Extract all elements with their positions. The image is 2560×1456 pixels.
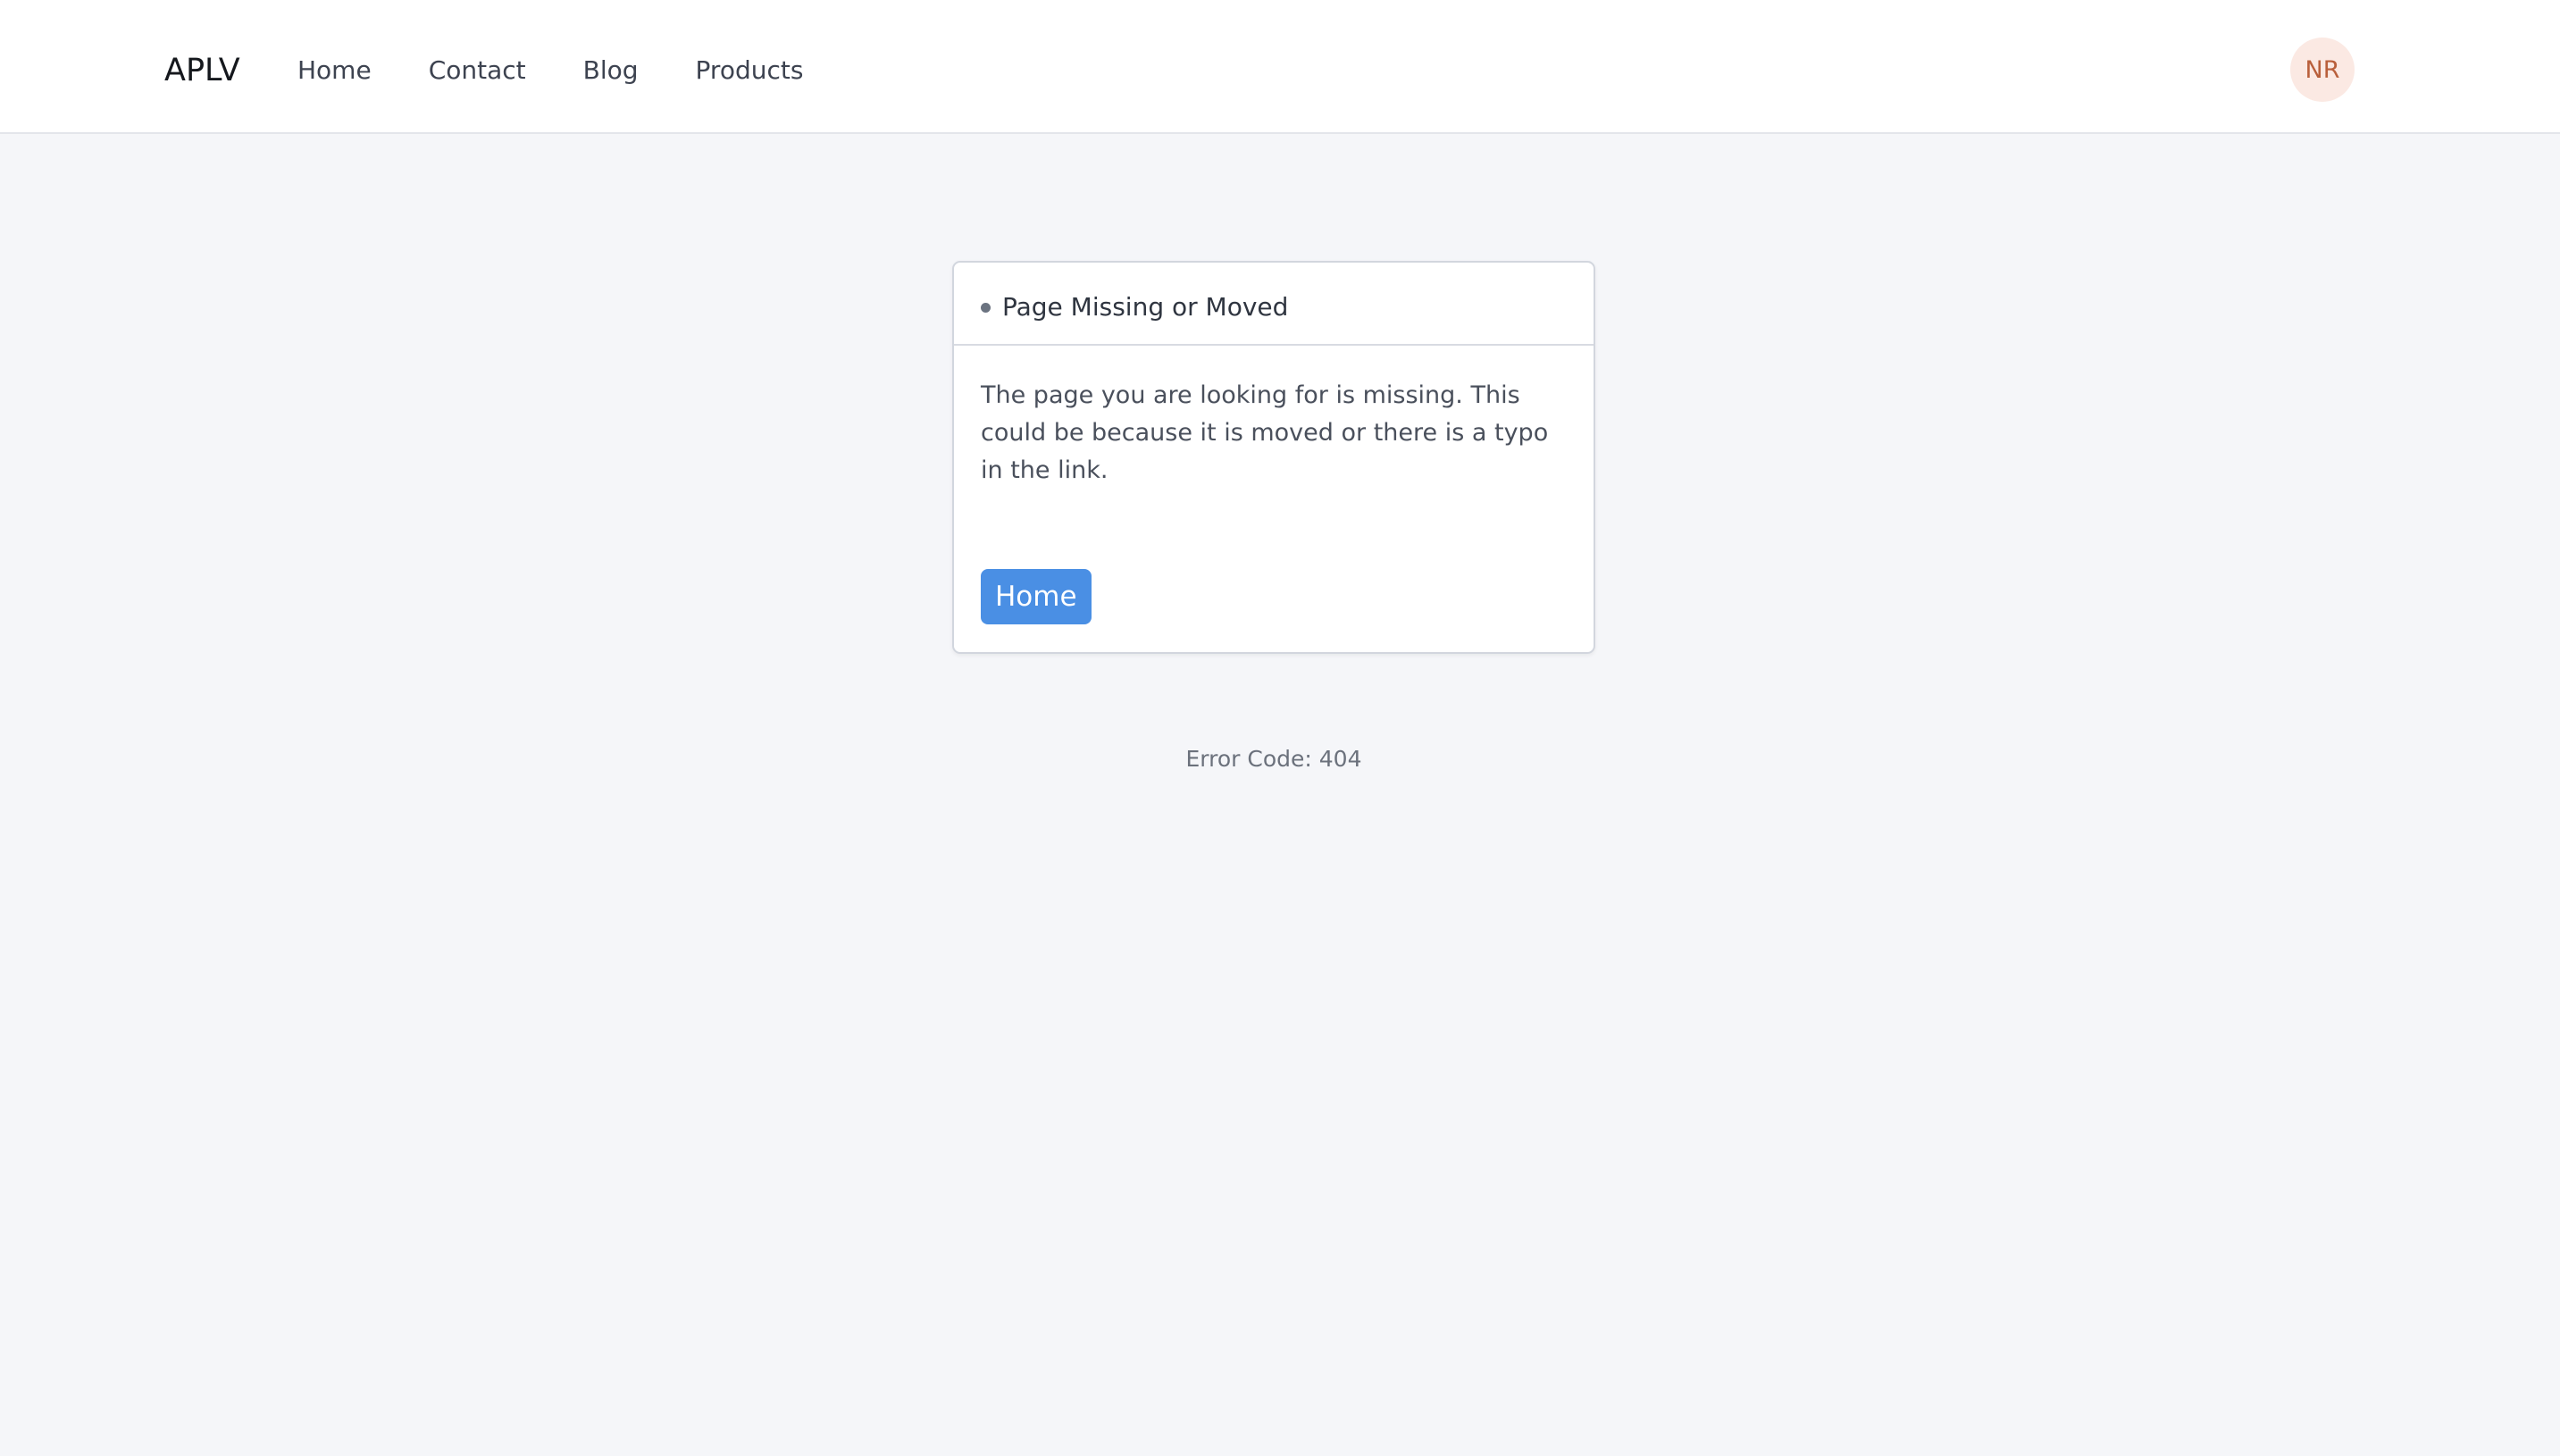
avatar-initials: NR: [2305, 55, 2340, 84]
error-code-text: Error Code: 404: [1185, 746, 1362, 772]
main-nav: Home Contact Blog Products: [297, 52, 803, 89]
user-avatar[interactable]: NR: [2290, 38, 2355, 102]
error-message: The page you are looking for is missing.…: [981, 381, 1549, 484]
status-dot-icon: [981, 303, 991, 313]
nav-link-home[interactable]: Home: [297, 52, 372, 89]
card-title: Page Missing or Moved: [1002, 292, 1289, 322]
home-button[interactable]: Home: [981, 569, 1092, 624]
top-navigation-bar: APLV Home Contact Blog Products NR: [0, 0, 2560, 134]
nav-link-blog[interactable]: Blog: [583, 52, 639, 89]
error-card: Page Missing or Moved The page you are l…: [952, 261, 1595, 654]
brand-logo[interactable]: APLV: [164, 48, 240, 93]
nav-link-contact[interactable]: Contact: [429, 52, 526, 89]
card-header: Page Missing or Moved: [954, 263, 1594, 346]
nav-link-products[interactable]: Products: [696, 52, 804, 89]
